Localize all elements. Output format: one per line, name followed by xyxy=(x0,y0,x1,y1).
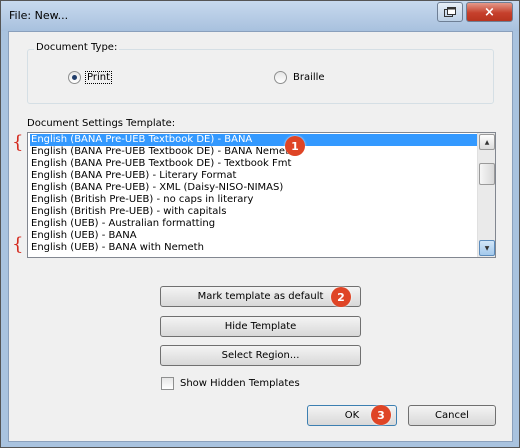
template-list-item[interactable]: English (UEB) - BANA with Nemeth xyxy=(30,242,477,254)
template-list-item[interactable]: English (BANA Pre-UEB) - XML (Daisy-NISO… xyxy=(30,182,477,194)
template-list-item[interactable]: English (BANA Pre-UEB) - Literary Format xyxy=(30,170,477,182)
callout-badge-1: 1 xyxy=(285,136,305,156)
cancel-label: Cancel xyxy=(435,410,469,421)
restore-icon xyxy=(444,7,456,17)
callout-badge-3: 3 xyxy=(371,405,391,425)
template-list-item[interactable]: English (BANA Pre-UEB Textbook DE) - BAN… xyxy=(30,146,477,158)
mark-default-label: Mark template as default xyxy=(197,291,324,302)
restore-button[interactable] xyxy=(437,2,463,22)
template-list-item[interactable]: English (UEB) - Australian formatting xyxy=(30,218,477,230)
show-hidden-checkbox[interactable] xyxy=(161,377,174,390)
callout-badge-2: 2 xyxy=(331,287,351,307)
radio-print-label[interactable]: Print xyxy=(84,71,113,84)
document-type-group: Document Type: Print Braille xyxy=(27,42,494,104)
close-icon: × xyxy=(484,4,495,20)
select-region-button[interactable]: Select Region... xyxy=(160,345,361,366)
document-type-label: Document Type: xyxy=(34,42,120,53)
ok-label: OK xyxy=(344,410,360,421)
radio-print[interactable]: Print xyxy=(68,71,113,84)
hide-template-label: Hide Template xyxy=(224,321,297,332)
window-title: File: New... xyxy=(9,9,69,22)
template-list-item[interactable]: English (British Pre-UEB) - no caps in l… xyxy=(30,194,477,206)
scroll-down-button[interactable]: ▼ xyxy=(479,240,495,256)
radio-braille[interactable]: Braille xyxy=(274,71,326,84)
radio-braille-indicator[interactable] xyxy=(274,71,287,84)
select-region-label: Select Region... xyxy=(221,350,300,361)
scroll-up-icon: ▲ xyxy=(484,138,490,146)
templates-label: Document Settings Template: xyxy=(27,118,176,129)
hide-template-button[interactable]: Hide Template xyxy=(160,316,361,337)
scroll-thumb[interactable] xyxy=(479,163,495,185)
template-list-item[interactable]: English (BANA Pre-UEB Textbook DE) - Tex… xyxy=(30,158,477,170)
scroll-up-button[interactable]: ▲ xyxy=(479,134,495,150)
radio-braille-label[interactable]: Braille xyxy=(292,72,326,83)
bracket-marker-bottom: { xyxy=(12,234,24,255)
title-bar[interactable]: File: New... × xyxy=(1,1,519,31)
template-list-item[interactable]: English (UEB) - BANA xyxy=(30,230,477,242)
radio-print-indicator[interactable] xyxy=(68,71,81,84)
template-list-scrollbar[interactable]: ▲ ▼ xyxy=(477,133,495,257)
show-hidden-templates[interactable]: Show Hidden Templates xyxy=(161,377,300,390)
scroll-down-icon: ▼ xyxy=(484,244,490,252)
template-list-item[interactable]: English (BANA Pre-UEB Textbook DE) - BAN… xyxy=(30,134,477,146)
dialog-window: File: New... × Document Type: Print Brai… xyxy=(0,0,520,448)
close-button[interactable]: × xyxy=(466,2,513,22)
cancel-button[interactable]: Cancel xyxy=(408,405,496,426)
dialog-client-area: Document Type: Print Braille Document Se… xyxy=(8,31,513,442)
show-hidden-label[interactable]: Show Hidden Templates xyxy=(180,378,300,389)
bracket-marker-top: { xyxy=(12,132,24,153)
template-listbox[interactable]: English (BANA Pre-UEB Textbook DE) - BAN… xyxy=(27,132,496,258)
template-list-item[interactable]: English (British Pre-UEB) - with capital… xyxy=(30,206,477,218)
